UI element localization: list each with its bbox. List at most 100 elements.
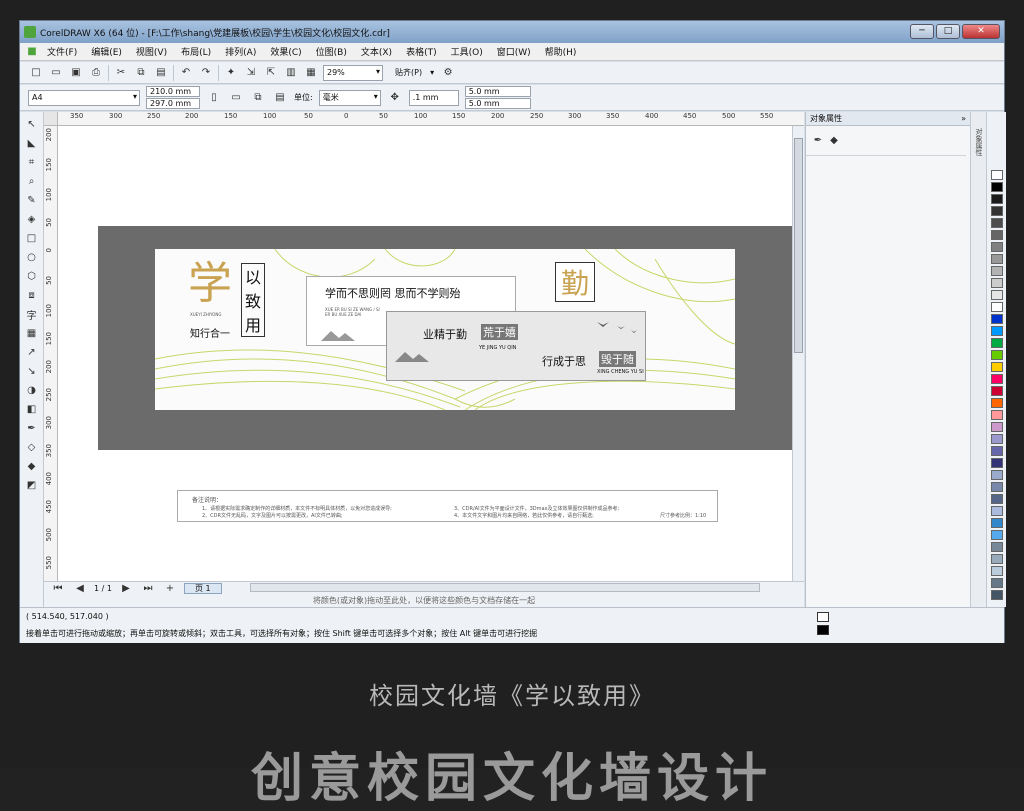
menu-help[interactable]: 帮助(H): [538, 45, 584, 58]
palette-swatch[interactable]: [990, 182, 1003, 192]
print-icon[interactable]: ⎙: [88, 65, 104, 81]
palette-swatch[interactable]: [990, 458, 1003, 468]
basic-shapes-icon[interactable]: ⧈: [23, 287, 41, 303]
polygon-tool-icon[interactable]: ⬡: [23, 268, 41, 284]
palette-swatch[interactable]: [990, 266, 1003, 276]
palette-swatch[interactable]: [990, 302, 1003, 312]
blend-tool-icon[interactable]: ◑: [23, 382, 41, 398]
ellipse-tool-icon[interactable]: ○: [23, 249, 41, 265]
drawing-canvas[interactable]: 学 以 致 用 XUEYI ZHIYONG 知行合一 学而不思则罔 思而不学则殆…: [58, 126, 792, 581]
outline-swatch[interactable]: [817, 625, 829, 635]
current-page-icon[interactable]: ▤: [272, 90, 288, 106]
connector-tool-icon[interactable]: ↘: [23, 363, 41, 379]
palette-swatch[interactable]: [990, 218, 1003, 228]
docker-tab-object-properties[interactable]: 对象属性: [974, 128, 984, 156]
palette-swatch[interactable]: [990, 590, 1003, 600]
palette-swatch[interactable]: [990, 518, 1003, 528]
palette-swatch[interactable]: [990, 338, 1003, 348]
import-icon[interactable]: ⇲: [243, 65, 259, 81]
open-folder-icon[interactable]: ▭: [48, 65, 64, 81]
eyedropper-icon[interactable]: ✒: [23, 420, 41, 436]
page-tab[interactable]: 页 1: [183, 582, 222, 594]
pick-tool-icon[interactable]: ↖: [23, 116, 41, 132]
fill-swatch[interactable]: [817, 612, 829, 622]
palette-swatch[interactable]: [990, 230, 1003, 240]
palette-swatch[interactable]: [990, 314, 1003, 324]
palette-swatch[interactable]: [990, 554, 1003, 564]
palette-swatch[interactable]: [990, 422, 1003, 432]
maximize-button[interactable]: □: [936, 24, 960, 39]
palette-swatch[interactable]: [990, 242, 1003, 252]
fill-tool-icon[interactable]: ◆: [23, 458, 41, 474]
duplicate-x-field[interactable]: 5.0 mm: [464, 86, 531, 97]
palette-swatch[interactable]: [990, 398, 1003, 408]
palette-swatch[interactable]: [990, 434, 1003, 444]
menu-text[interactable]: 文本(X): [354, 45, 399, 58]
menu-file[interactable]: 文件(F): [40, 45, 84, 58]
save-icon[interactable]: ▣: [68, 65, 84, 81]
duplicate-y-field[interactable]: 5.0 mm: [464, 98, 531, 109]
page-width-field[interactable]: 210.0 mm: [146, 86, 200, 97]
vertical-ruler[interactable]: 200 150 100 50 0 50 100 150 200 250 300 …: [44, 126, 58, 591]
close-button[interactable]: ✕: [962, 24, 1000, 39]
palette-swatch[interactable]: [990, 278, 1003, 288]
menu-bitmaps[interactable]: 位图(B): [309, 45, 354, 58]
menu-tools[interactable]: 工具(O): [444, 45, 490, 58]
palette-swatch[interactable]: [990, 566, 1003, 576]
palette-swatch[interactable]: [990, 482, 1003, 492]
landscape-icon[interactable]: ▭: [228, 90, 244, 106]
snap-to-dropdown[interactable]: 贴齐(P): [387, 67, 436, 78]
palette-swatch[interactable]: [990, 410, 1003, 420]
palette-swatch[interactable]: [990, 194, 1003, 204]
palette-swatch[interactable]: [990, 290, 1003, 300]
palette-swatch[interactable]: [990, 374, 1003, 384]
palette-swatch[interactable]: [990, 170, 1003, 180]
nudge-distance-field[interactable]: .1 mm: [408, 89, 459, 106]
docker-collapse-icon[interactable]: »: [961, 112, 966, 126]
palette-swatch[interactable]: [990, 350, 1003, 360]
palette-swatch[interactable]: [990, 362, 1003, 372]
freehand-tool-icon[interactable]: ✎: [23, 192, 41, 208]
palette-swatch[interactable]: [990, 578, 1003, 588]
export-icon[interactable]: ⇱: [263, 65, 279, 81]
app-menu-icon[interactable]: ■: [24, 44, 40, 60]
palette-swatch[interactable]: [990, 470, 1003, 480]
zoom-tool-icon[interactable]: ⌕: [23, 173, 41, 189]
smart-fill-icon[interactable]: ◈: [23, 211, 41, 227]
interactive-fill-icon[interactable]: ◩: [23, 477, 41, 493]
menu-arrange[interactable]: 排列(A): [218, 45, 263, 58]
outline-pen-icon[interactable]: ◇: [23, 439, 41, 455]
ruler-origin[interactable]: [44, 112, 58, 126]
fill-bucket-icon[interactable]: ◆: [826, 132, 842, 148]
menu-view[interactable]: 视图(V): [129, 45, 174, 58]
publish-pdf-icon[interactable]: ▥: [283, 65, 299, 81]
search-content-icon[interactable]: ✦: [223, 65, 239, 81]
menu-window[interactable]: 窗口(W): [490, 45, 538, 58]
horizontal-ruler[interactable]: 350 300 250 200 150 100 50 0 50 100 150 …: [58, 112, 804, 126]
culture-wall-artwork[interactable]: 学 以 致 用 XUEYI ZHIYONG 知行合一 学而不思则罔 思而不学则殆…: [155, 249, 735, 410]
app-launcher-icon[interactable]: ▦: [303, 65, 319, 81]
copy-icon[interactable]: ⧉: [133, 65, 149, 81]
page-height-field[interactable]: 297.0 mm: [146, 98, 200, 109]
palette-swatch[interactable]: [990, 326, 1003, 336]
palette-swatch[interactable]: [990, 494, 1003, 504]
outline-pen-icon[interactable]: ✒: [810, 132, 826, 148]
paste-icon[interactable]: ▤: [153, 65, 169, 81]
rectangle-tool-icon[interactable]: □: [23, 230, 41, 246]
redo-icon[interactable]: ↷: [198, 65, 214, 81]
cut-icon[interactable]: ✂: [113, 65, 129, 81]
shape-tool-icon[interactable]: ◣: [23, 135, 41, 151]
table-tool-icon[interactable]: ▦: [23, 325, 41, 341]
menu-layout[interactable]: 布局(L): [174, 45, 218, 58]
palette-swatch[interactable]: [990, 530, 1003, 540]
menu-edit[interactable]: 编辑(E): [84, 45, 129, 58]
all-pages-icon[interactable]: ⧉: [250, 90, 266, 106]
portrait-icon[interactable]: ▯: [206, 90, 222, 106]
palette-swatch[interactable]: [990, 446, 1003, 456]
palette-swatch[interactable]: [990, 254, 1003, 264]
palette-swatch[interactable]: [990, 542, 1003, 552]
transparency-tool-icon[interactable]: ◧: [23, 401, 41, 417]
undo-icon[interactable]: ↶: [178, 65, 194, 81]
palette-swatch[interactable]: [990, 206, 1003, 216]
vertical-scroll-thumb[interactable]: [794, 138, 803, 353]
